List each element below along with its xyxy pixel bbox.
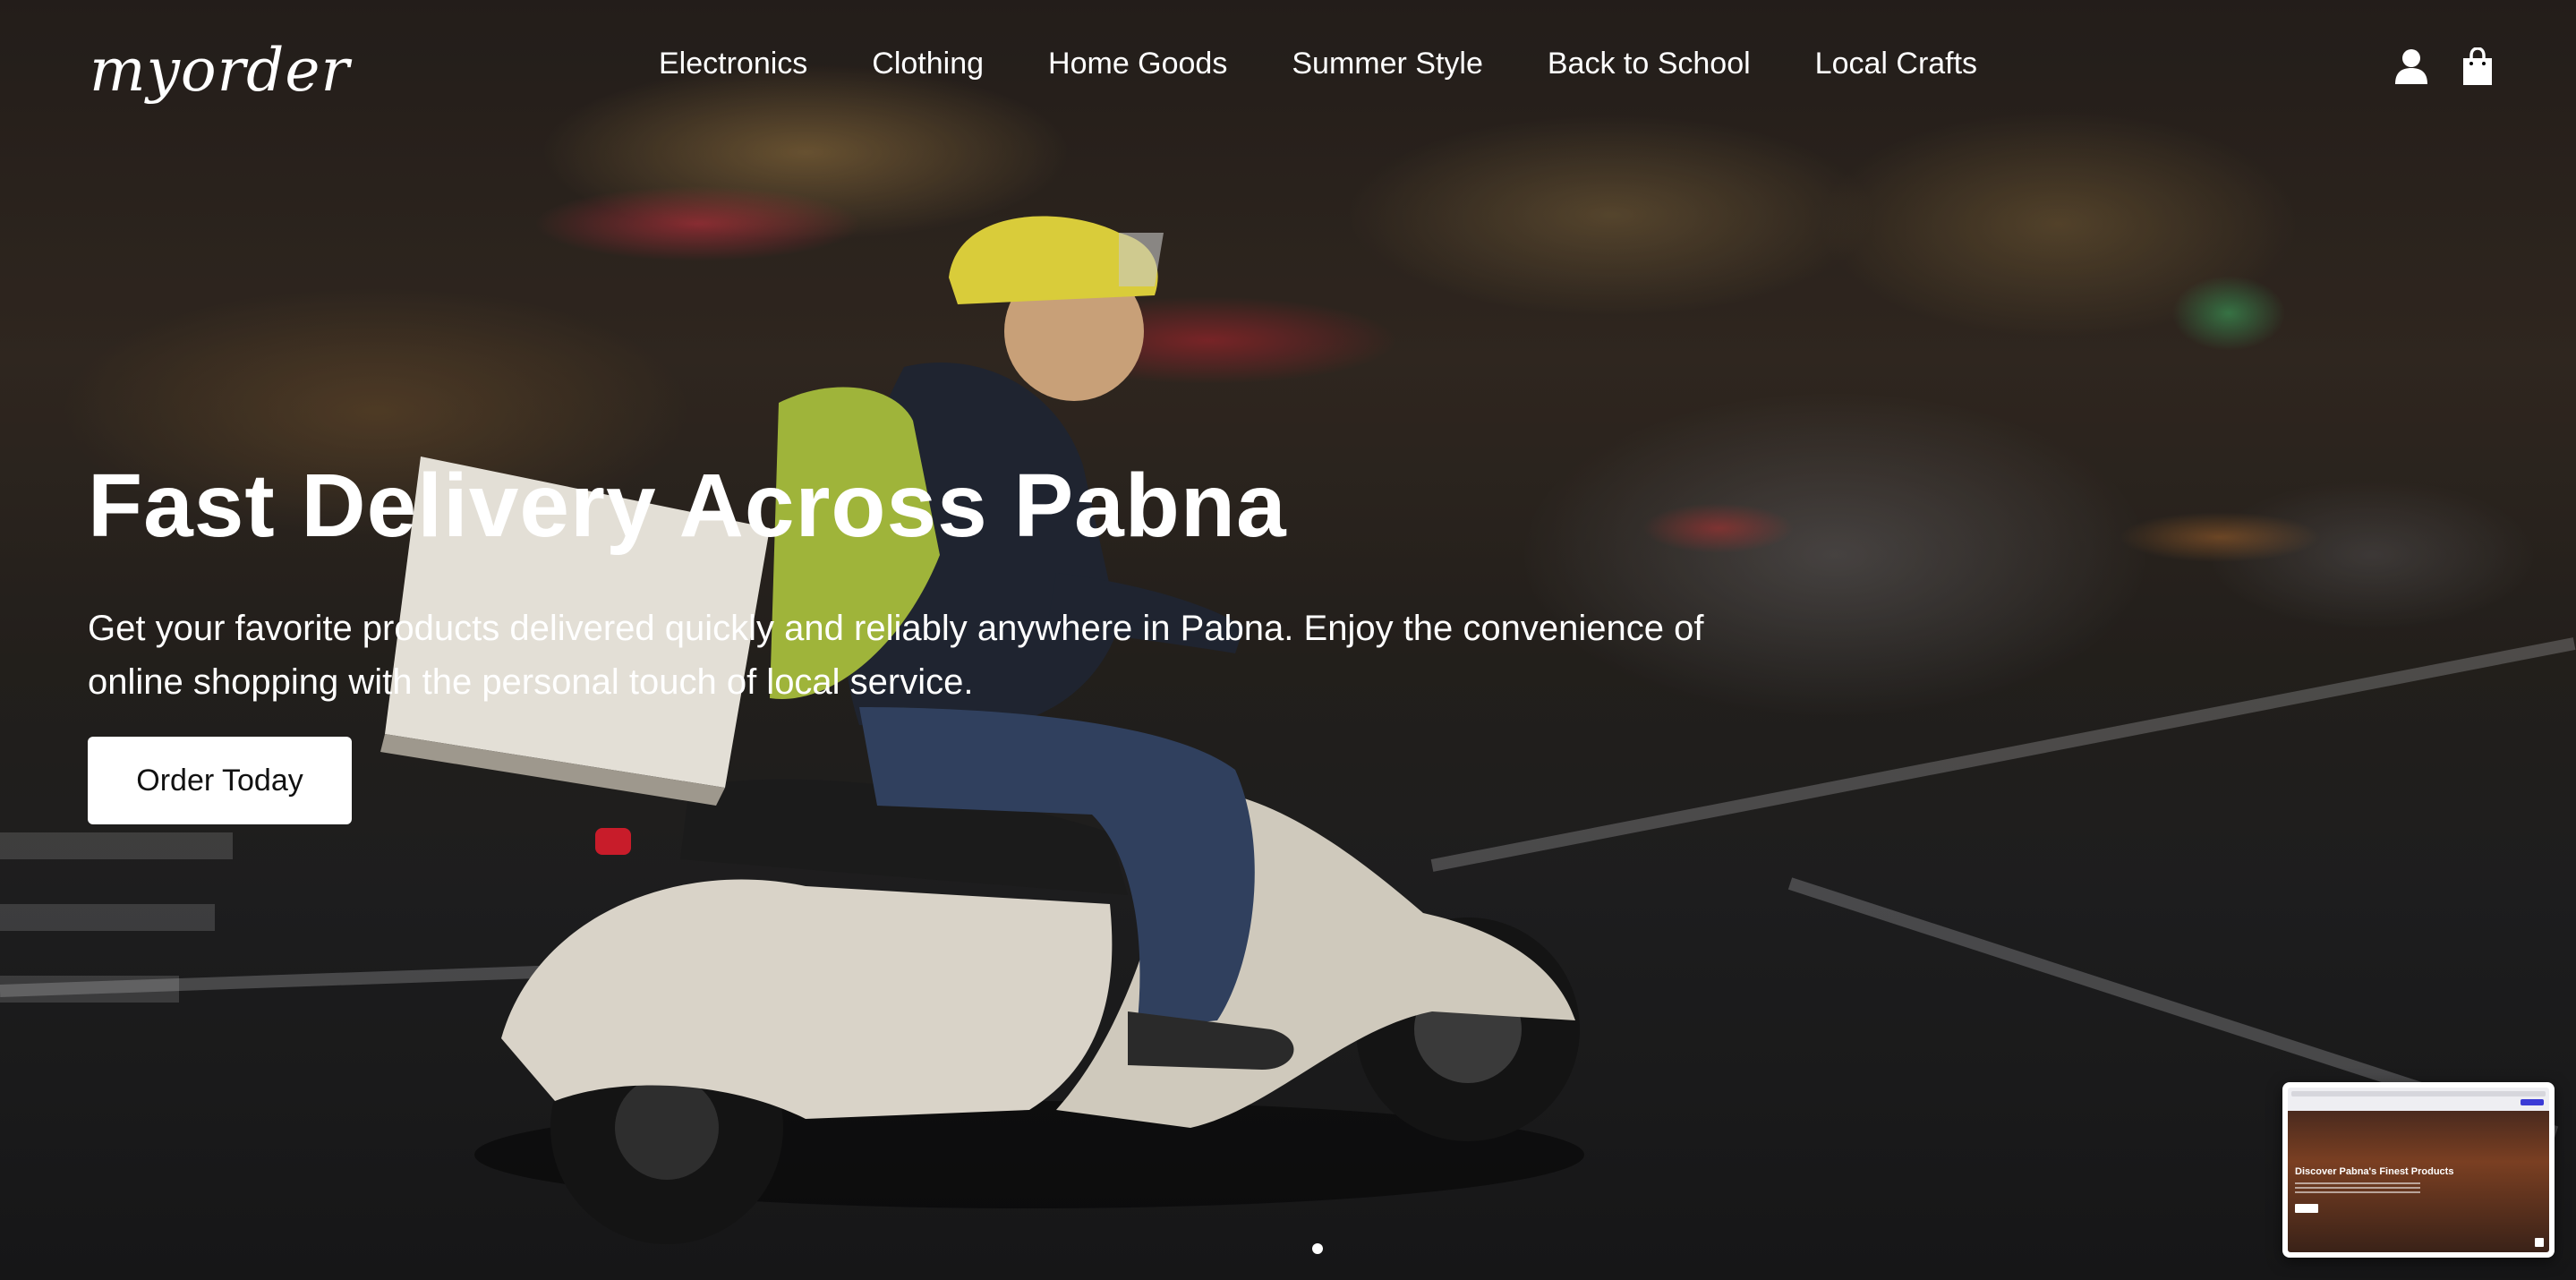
main-nav: Electronics Clothing Home Goods Summer S… — [659, 47, 1977, 81]
expand-icon — [2535, 1238, 2544, 1247]
brand-logo[interactable]: myorder — [90, 36, 350, 105]
nav-link-home-goods[interactable]: Home Goods — [1048, 47, 1227, 81]
hero-headline: Fast Delivery Across Pabna — [88, 456, 1287, 556]
carousel-indicator-dot[interactable] — [1312, 1243, 1323, 1254]
preview-text-lines — [2295, 1182, 2420, 1195]
nav-link-electronics[interactable]: Electronics — [659, 47, 807, 81]
preview-cta — [2295, 1204, 2318, 1213]
preview-browser-bar — [2291, 1091, 2546, 1097]
hero-banner: myorder Electronics Clothing Home Goods … — [0, 0, 2576, 1280]
preview-title: Discover Pabna's Finest Products — [2295, 1166, 2454, 1177]
header-actions — [2393, 47, 2495, 86]
hero-content: Fast Delivery Across Pabna Get your favo… — [88, 457, 1788, 709]
nav-link-local-crafts[interactable]: Local Crafts — [1815, 47, 1977, 81]
user-icon[interactable] — [2393, 47, 2429, 86]
slide-preview-thumbnail[interactable]: Discover Pabna's Finest Products — [2282, 1082, 2555, 1258]
nav-link-back-to-school[interactable]: Back to School — [1548, 47, 1751, 81]
preview-button-accent — [2521, 1099, 2544, 1105]
preview-image: Discover Pabna's Finest Products — [2288, 1088, 2549, 1252]
nav-link-clothing[interactable]: Clothing — [872, 47, 984, 81]
hero-description: Get your favorite products delivered qui… — [88, 609, 1704, 702]
site-header: myorder Electronics Clothing Home Goods … — [0, 0, 2576, 134]
shopping-bag-icon[interactable] — [2460, 47, 2495, 86]
order-today-button[interactable]: Order Today — [88, 737, 352, 824]
nav-link-summer-style[interactable]: Summer Style — [1292, 47, 1483, 81]
